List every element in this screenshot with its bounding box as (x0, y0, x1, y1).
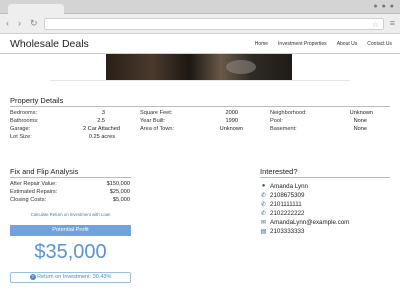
question-circle-icon: ? (29, 273, 36, 280)
forward-icon[interactable]: › (18, 19, 21, 28)
browser-toolbar: ‹ › ↻ ☆ ≡ (0, 14, 400, 34)
detail-label: Area of Town: (140, 126, 175, 132)
detail-value: 3 (101, 110, 105, 116)
flip-label: Estimated Repairs: (10, 189, 58, 195)
detail-label: Bedrooms: (10, 110, 38, 116)
detail-value: 1990 (225, 118, 238, 124)
contact-row: ● Amanda Lynn (262, 183, 308, 190)
contact-row: ✆ 2102222222 (261, 210, 304, 217)
property-details-rule (10, 106, 390, 107)
potential-profit-value: $35,000 (34, 241, 107, 263)
contact-phone[interactable]: 2108675309 (270, 192, 304, 199)
flip-analysis-title: Fix and Flip Analysis (10, 167, 79, 176)
reload-icon[interactable]: ↻ (30, 19, 38, 28)
site-brand[interactable]: Wholesale Deals (10, 38, 89, 50)
detail-label: Square Feet: (140, 110, 173, 116)
browser-menu-icon[interactable]: ≡ (390, 19, 395, 28)
roi-badge[interactable]: ? Return on Investment: 30.43% (10, 272, 131, 283)
fax-icon: ▤ (260, 229, 267, 235)
back-icon[interactable]: ‹ (6, 19, 9, 28)
contact-phone[interactable]: 2101111111 (270, 201, 302, 208)
contact-email[interactable]: AmandaLynn@example.com (270, 219, 349, 226)
flip-analysis-rule (10, 177, 131, 178)
nav-home[interactable]: Home (255, 41, 268, 47)
detail-label: Basement: (270, 126, 297, 132)
site-header: Wholesale Deals Home Investment Properti… (0, 34, 400, 54)
potential-profit-header: Potential Profit (10, 225, 131, 236)
detail-value: 2000 (225, 110, 238, 116)
detail-label: Year Built: (140, 118, 166, 124)
photo-divider (50, 80, 350, 81)
user-icon: ● (261, 183, 266, 189)
loan-roi-link[interactable]: Calculate Return on Investment with Loan (10, 212, 131, 217)
interested-title: Interested? (260, 167, 298, 176)
contact-fax[interactable]: 2103333333 (270, 228, 304, 235)
nav-investment-properties[interactable]: Investment Properties (278, 41, 327, 47)
detail-value: 2 Car Attached (82, 126, 120, 132)
detail-value: Unknown (219, 126, 243, 132)
flip-value: $150,000 (106, 181, 130, 187)
contact-row: ✆ 2101111111 (261, 201, 302, 208)
window-controls[interactable]: ● ● ● (373, 3, 395, 10)
phone-icon: ✆ (260, 211, 267, 217)
flip-label: After Repair Value: (10, 181, 57, 187)
contact-phone[interactable]: 2102222222 (270, 210, 304, 217)
contact-name: Amanda Lynn (270, 183, 308, 190)
contact-row: ▤ 2103333333 (261, 228, 305, 235)
detail-label: Lot Size: (10, 134, 32, 140)
detail-value: 2.5 (97, 118, 105, 124)
roi-text: Return on Investment: 30.43% (37, 274, 112, 280)
interested-rule (260, 177, 390, 178)
main-nav: Home Investment Properties About Us Cont… (255, 41, 392, 47)
detail-label: Neighborhood: (270, 110, 307, 116)
flip-label: Closing Costs: (10, 197, 47, 203)
flip-value: $5,000 (112, 197, 130, 203)
detail-label: Garage: (10, 126, 31, 132)
phone-icon: ✆ (260, 202, 267, 208)
nav-about-us[interactable]: About Us (337, 41, 358, 47)
nav-contact-us[interactable]: Contact Us (367, 41, 392, 47)
browser-tab-strip: ● ● ● (0, 0, 400, 14)
detail-value: None (353, 126, 367, 132)
detail-value: Unknown (349, 110, 373, 116)
browser-tab[interactable] (8, 4, 64, 14)
property-details-title: Property Details (10, 96, 64, 105)
address-bar[interactable]: ☆ (44, 18, 384, 30)
phone-icon: ✆ (260, 193, 267, 199)
property-photo[interactable] (106, 54, 292, 80)
envelope-icon: ✉ (260, 220, 267, 226)
detail-value: 0.25 acres (88, 134, 115, 140)
detail-value: None (353, 118, 367, 124)
bookmark-star-icon[interactable]: ☆ (372, 19, 379, 30)
detail-label: Bathrooms: (10, 118, 39, 124)
detail-label: Pool: (270, 118, 283, 124)
flip-value: $25,000 (109, 189, 130, 195)
contact-row: ✆ 2108675309 (261, 192, 304, 199)
contact-row: ✉ AmandaLynn@example.com (261, 219, 349, 226)
